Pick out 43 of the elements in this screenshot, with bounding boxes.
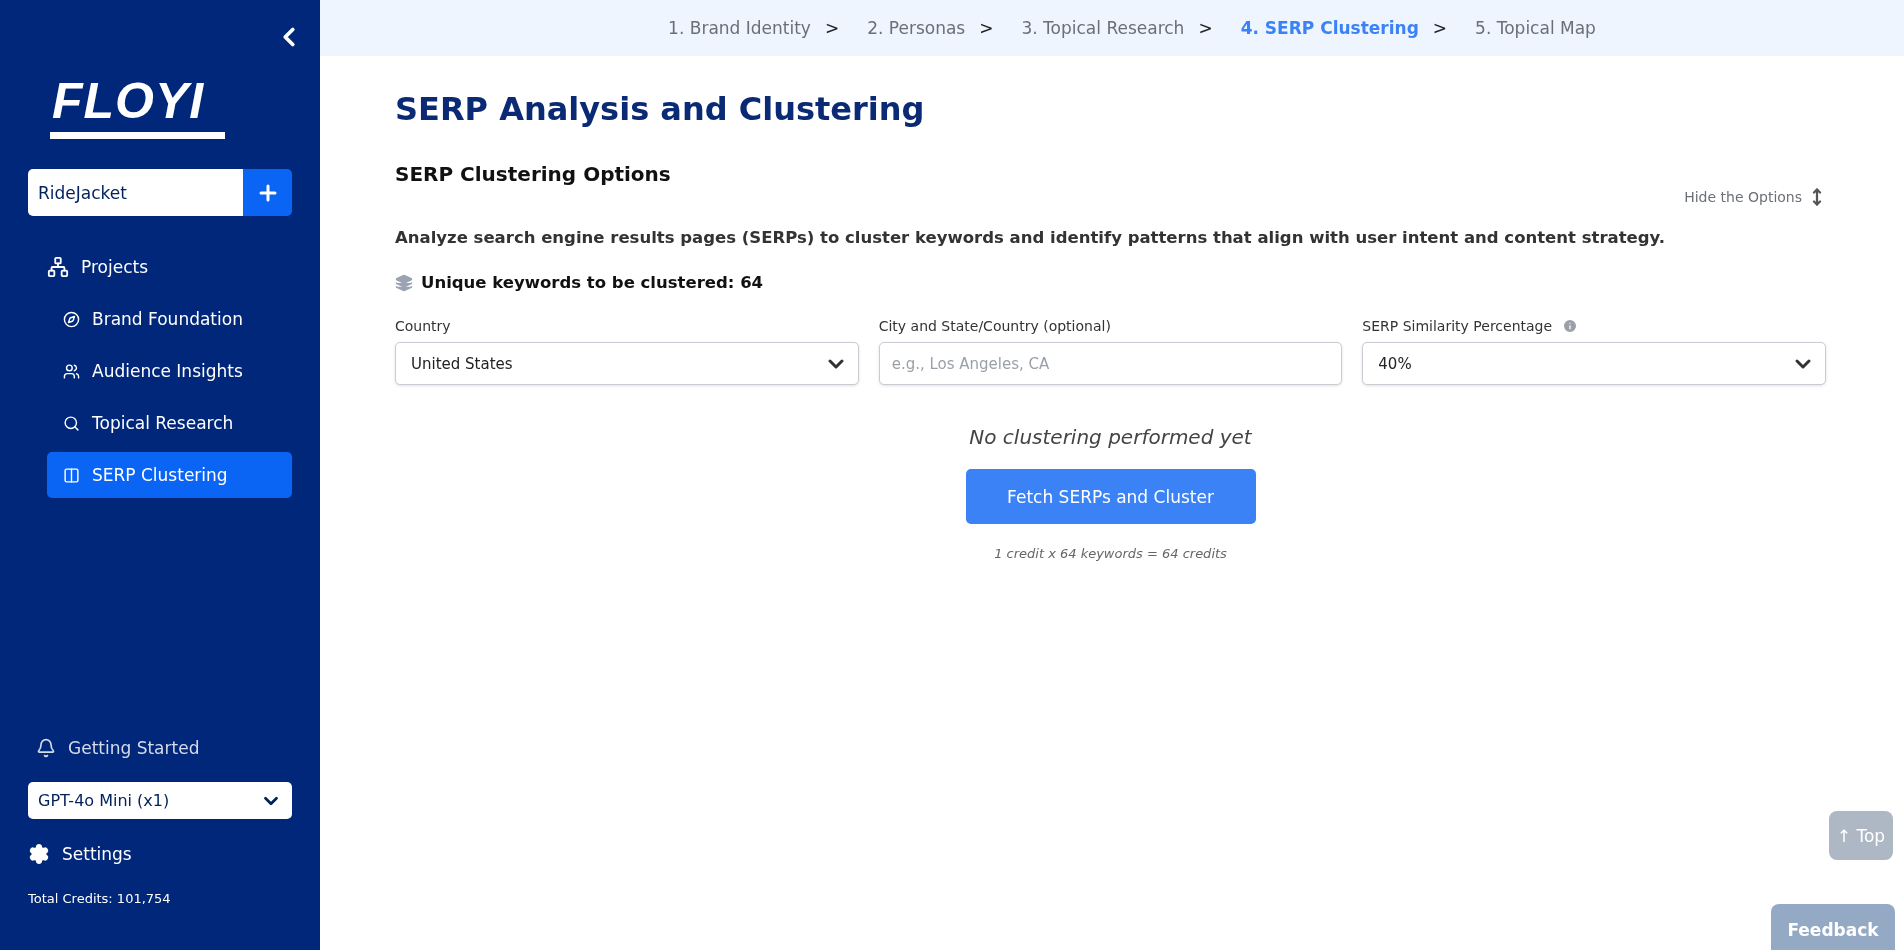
- settings-link[interactable]: Settings: [28, 843, 292, 865]
- step-separator: >: [1432, 18, 1448, 38]
- select-field[interactable]: 40%: [1362, 342, 1826, 385]
- section-title: SERP Clustering Options: [395, 162, 672, 186]
- compass-icon: [63, 310, 80, 328]
- logo: FLOYI: [50, 70, 225, 139]
- getting-started-link[interactable]: Getting Started: [28, 738, 292, 758]
- input-field[interactable]: e.g., Los Angeles, CA: [878, 342, 1343, 385]
- step-separator: >: [824, 18, 840, 38]
- step-link[interactable]: 1. Brand Identity: [668, 18, 811, 38]
- layers-icon: [395, 273, 413, 292]
- empty-message: No clustering performed yet: [968, 425, 1253, 449]
- step-link[interactable]: 2. Personas: [867, 18, 966, 38]
- step-separator: >: [979, 18, 994, 38]
- sidebar-item[interactable]: Projects: [47, 244, 292, 290]
- info-icon[interactable]: [1562, 318, 1579, 334]
- sidebar-item[interactable]: Topical Research: [47, 400, 292, 446]
- fetch-button[interactable]: Fetch SERPs and Cluster: [965, 469, 1256, 524]
- field-label: SERP Similarity Percentage: [1362, 318, 1553, 334]
- credits-text: Total Credits: 101,754: [28, 891, 172, 906]
- select-field[interactable]: United States: [395, 342, 859, 385]
- columns-icon: [63, 466, 80, 484]
- page-title: SERP Analysis and Clustering: [395, 90, 926, 128]
- project-field[interactable]: RideJacket: [28, 169, 243, 216]
- step-link[interactable]: 3. Topical Research: [1021, 18, 1185, 38]
- gear-icon: [28, 843, 50, 865]
- step-link[interactable]: 5. Topical Map: [1475, 18, 1596, 38]
- sidebar-item[interactable]: Brand Foundation: [47, 296, 292, 342]
- description: Analyze search engine results pages (SERPs) to cluster keywords and identify patterns that align with user intent and content strategy.: [395, 228, 1667, 247]
- search-icon: [63, 414, 80, 432]
- add-button[interactable]: [243, 169, 292, 216]
- sidebar-item[interactable]: SERP Clustering: [47, 452, 292, 498]
- hide-options-button[interactable]: Hide the Options: [1684, 188, 1826, 206]
- model-select[interactable]: GPT-4o Mini (x1): [28, 782, 292, 819]
- network-icon: [47, 256, 69, 278]
- step-separator: >: [1198, 18, 1213, 38]
- users-icon: [63, 362, 80, 380]
- keyword-count: Unique keywords to be clustered: 64: [421, 273, 764, 292]
- field-label: Country: [395, 318, 451, 334]
- bell-icon: [36, 738, 56, 758]
- field-label: City and State/Country (optional): [878, 318, 1111, 334]
- cost-note: 1 credit x 64 keywords = 64 credits: [993, 546, 1228, 561]
- sidebar-item[interactable]: Audience Insights: [47, 348, 292, 394]
